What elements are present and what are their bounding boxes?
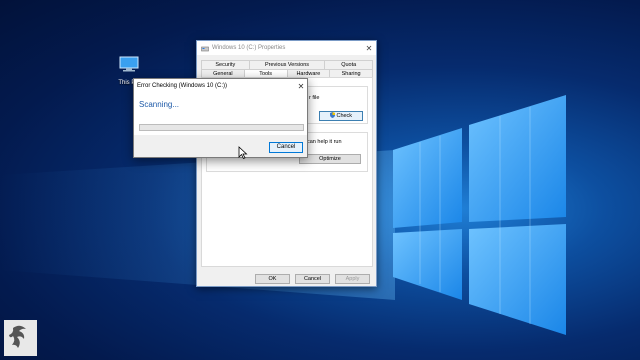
this-pc-icon bbox=[119, 56, 139, 72]
properties-title: Windows 10 (C:) Properties bbox=[212, 45, 286, 51]
close-icon[interactable]: ✕ bbox=[362, 44, 376, 53]
check-button-label: Check bbox=[336, 113, 353, 119]
properties-cancel-button[interactable]: Cancel bbox=[295, 274, 330, 284]
error-checking-text: r file bbox=[309, 95, 320, 101]
dialog-title: Error Checking (Windows 10 (C:)) bbox=[137, 83, 228, 89]
close-icon[interactable]: ✕ bbox=[295, 82, 307, 91]
properties-title-bar[interactable]: Windows 10 (C:) Properties ✕ bbox=[197, 41, 376, 55]
shield-icon bbox=[329, 112, 335, 118]
dialog-cancel-button[interactable]: Cancel bbox=[269, 142, 303, 153]
tab-previous-versions[interactable]: Previous Versions bbox=[248, 60, 326, 69]
dragon-logo-icon bbox=[9, 325, 26, 348]
channel-logo bbox=[4, 320, 37, 356]
mouse-pointer-icon bbox=[238, 146, 248, 159]
optimize-button[interactable]: Optimize bbox=[299, 154, 361, 164]
drive-icon bbox=[201, 46, 209, 51]
tab-row-top: Security Previous Versions Quota bbox=[197, 60, 376, 69]
check-button[interactable]: Check bbox=[319, 111, 363, 121]
apply-button[interactable]: Apply bbox=[335, 274, 370, 284]
tab-quota[interactable]: Quota bbox=[324, 60, 374, 69]
error-checking-dialog: Error Checking (Windows 10 (C:)) ✕ Scann… bbox=[133, 78, 308, 158]
dialog-title-bar[interactable]: Error Checking (Windows 10 (C:)) ✕ bbox=[134, 79, 307, 93]
optimize-text: can help it run bbox=[307, 139, 342, 145]
scanning-status: Scanning... bbox=[139, 100, 180, 109]
ok-button[interactable]: OK bbox=[255, 274, 290, 284]
scan-progress-bar bbox=[139, 124, 304, 131]
dialog-body: Scanning... bbox=[134, 93, 307, 135]
tab-security[interactable]: Security bbox=[201, 60, 250, 69]
